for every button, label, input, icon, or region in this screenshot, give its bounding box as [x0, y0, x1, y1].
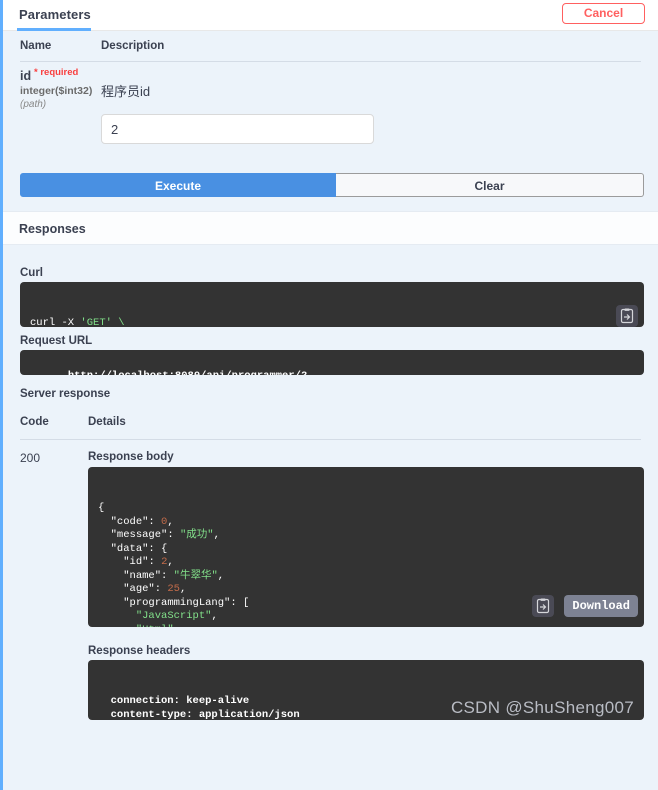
download-button[interactable]: Download: [564, 595, 638, 617]
responses-header: Responses: [3, 211, 658, 245]
response-headers-block: connection: keep-alive content-type: app…: [88, 660, 644, 720]
parameter-row-id: id * required integer($int32) (path) 程序员…: [3, 61, 658, 211]
execute-clear-row: Execute Clear: [20, 173, 644, 197]
curl-text: curl -X 'GET' \ 'http://localhost:8080/a…: [30, 317, 125, 327]
column-header-name: Name: [20, 40, 52, 52]
responses-table-divider: [20, 439, 641, 440]
clipboard-arrow-icon: [620, 308, 634, 324]
clipboard-arrow-icon: [536, 598, 550, 614]
parameter-type: integer($int32): [20, 85, 93, 97]
status-code: 200: [20, 451, 41, 465]
response-body-label: Response body: [88, 451, 174, 463]
execute-button[interactable]: Execute: [20, 173, 336, 197]
request-url-label: Request URL: [20, 335, 93, 347]
responses-body: Curl curl -X 'GET' \ 'http://localhost:8…: [3, 245, 658, 720]
parameters-header: Parameters Cancel: [3, 0, 658, 31]
parameter-value-input[interactable]: [101, 114, 374, 144]
parameter-name: id: [20, 69, 32, 83]
column-header-code: Code: [20, 416, 49, 428]
curl-label: Curl: [20, 267, 43, 279]
copy-curl-icon[interactable]: [616, 305, 638, 327]
parameter-required-badge: * required: [34, 67, 79, 78]
parameter-description: 程序员id: [101, 84, 151, 99]
curl-code-block: curl -X 'GET' \ 'http://localhost:8080/a…: [20, 282, 644, 327]
parameters-table-header: Name Description: [3, 31, 658, 62]
request-url-block: http://localhost:8080/api/programmer/2: [20, 350, 644, 375]
responses-title: Responses: [19, 222, 86, 236]
clear-button[interactable]: Clear: [336, 173, 644, 197]
parameter-location: (path): [20, 99, 47, 110]
watermark: CSDN @ShuSheng007: [450, 697, 634, 717]
operation-block: Parameters Cancel Name Description id * …: [0, 0, 658, 790]
request-url-text: http://localhost:8080/api/programmer/2: [68, 370, 307, 376]
response-body-block: { "code": 0, "message": "成功", "data": { …: [88, 467, 644, 627]
response-headers-label: Response headers: [88, 645, 191, 657]
column-header-details: Details: [88, 416, 126, 428]
parameters-title: Parameters: [19, 7, 91, 22]
server-response-label: Server response: [20, 388, 111, 400]
copy-response-icon[interactable]: [532, 595, 554, 617]
column-header-description: Description: [101, 40, 165, 52]
parameters-body: Name Description id * required integer($…: [3, 31, 658, 211]
cancel-button[interactable]: Cancel: [562, 3, 645, 24]
